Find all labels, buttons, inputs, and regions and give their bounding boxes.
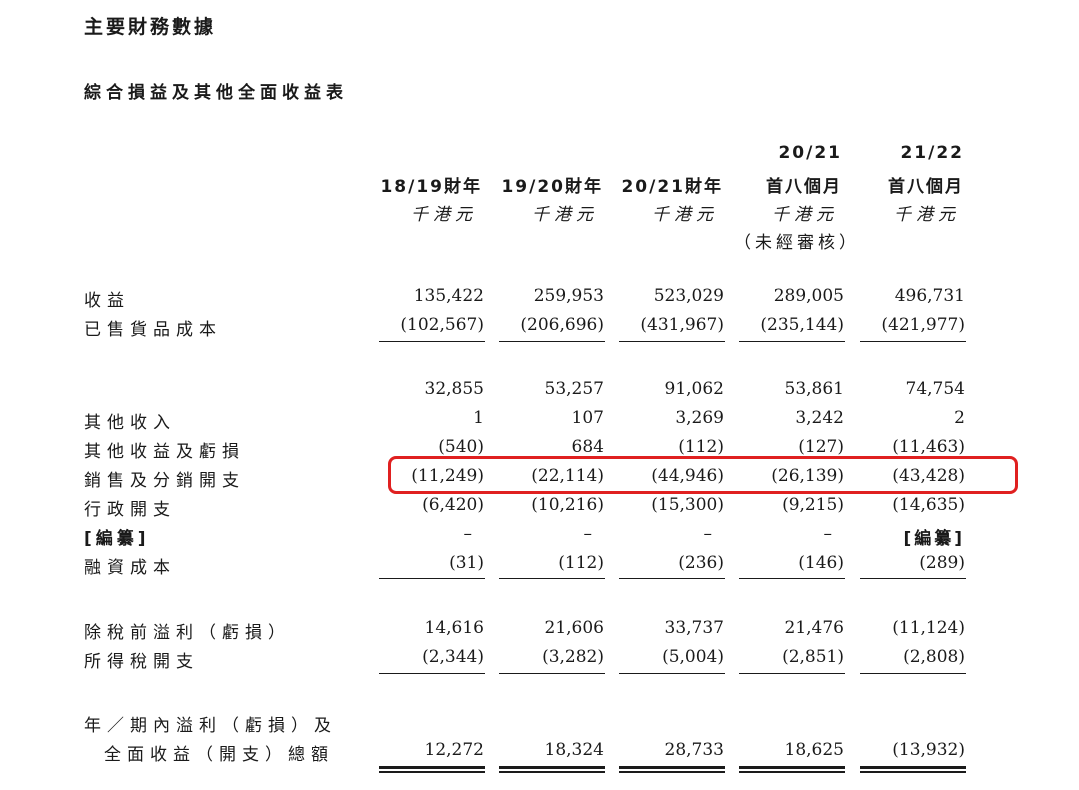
row-label-selling-distribution: 銷售及分銷開支 <box>84 471 245 491</box>
row-label-finance-costs: 融資成本 <box>84 558 176 578</box>
column-year: 21/22 <box>900 143 964 163</box>
total-double-rule <box>379 766 485 773</box>
subtotal-rule <box>499 341 605 342</box>
row-label-other-income: 其他收入 <box>84 413 176 433</box>
subtotal-rule <box>860 341 966 342</box>
value-cell: (13,932) <box>892 740 965 760</box>
row-label-admin-expenses: 行政開支 <box>84 500 176 520</box>
page-title: 主要財務數據 <box>84 16 217 38</box>
subtotal-rule <box>619 341 725 342</box>
subtotal-rule <box>499 578 605 579</box>
subtotal-rule <box>499 673 605 674</box>
subtotal-rule <box>379 673 485 674</box>
column-period: 20/21財年 <box>621 177 723 197</box>
row-label-other-gains-losses: 其他收益及虧損 <box>84 442 245 462</box>
value-cell: (289) <box>919 553 965 573</box>
total-double-rule <box>739 766 845 773</box>
value-cell: (11,463) <box>892 437 965 457</box>
column-unit: 千港元 <box>652 205 718 225</box>
column-note: （未經審核） <box>734 233 860 253</box>
column-period: 18/19財年 <box>380 177 482 197</box>
subtotal-rule <box>860 673 966 674</box>
subtotal-rule <box>619 578 725 579</box>
subtotal-rule <box>739 673 845 674</box>
row-label-cost-of-goods: 已售貨品成本 <box>84 320 222 340</box>
row-label-total-line2: 全面收益（開支）總額 <box>104 745 334 765</box>
column-period: 首八個月 <box>888 177 964 197</box>
value-cell: (14,635) <box>892 495 965 515</box>
subtotal-rule <box>739 578 845 579</box>
row-label-revenue: 收益 <box>84 291 130 311</box>
value-cell: 2 <box>954 408 965 428</box>
value-cell: [編纂] <box>903 529 965 549</box>
column-unit: 千港元 <box>772 205 838 225</box>
value-cell: (421,977) <box>881 315 965 335</box>
subtotal-rule <box>619 673 725 674</box>
column-period: 首八個月 <box>766 177 842 197</box>
column-unit: 千港元 <box>532 205 598 225</box>
subtotal-rule <box>379 341 485 342</box>
row-label-total-line1: 年／期內溢利（虧損）及 <box>84 716 337 736</box>
column-unit: 千港元 <box>411 205 477 225</box>
row-label-profit-before-tax: 除稅前溢利（虧損） <box>84 623 291 643</box>
subtotal-rule <box>739 341 845 342</box>
highlight-box <box>388 456 1018 494</box>
column-period: 19/20財年 <box>501 177 603 197</box>
total-double-rule <box>499 766 605 773</box>
row-label-income-tax: 所得稅開支 <box>84 652 199 672</box>
statement-title: 綜合損益及其他全面收益表 <box>84 83 348 103</box>
value-cell: (2,808) <box>903 647 965 667</box>
row-label-redacted: [編纂] <box>84 529 150 549</box>
value-cell: (11,124) <box>892 618 965 638</box>
value-cell: 496,731 <box>894 286 965 306</box>
total-double-rule <box>619 766 725 773</box>
column-unit: 千港元 <box>894 205 960 225</box>
total-double-rule <box>860 766 966 773</box>
value-cell: 74,754 <box>905 379 965 399</box>
subtotal-rule <box>379 578 485 579</box>
column-year: 20/21 <box>778 143 842 163</box>
subtotal-rule <box>860 578 966 579</box>
